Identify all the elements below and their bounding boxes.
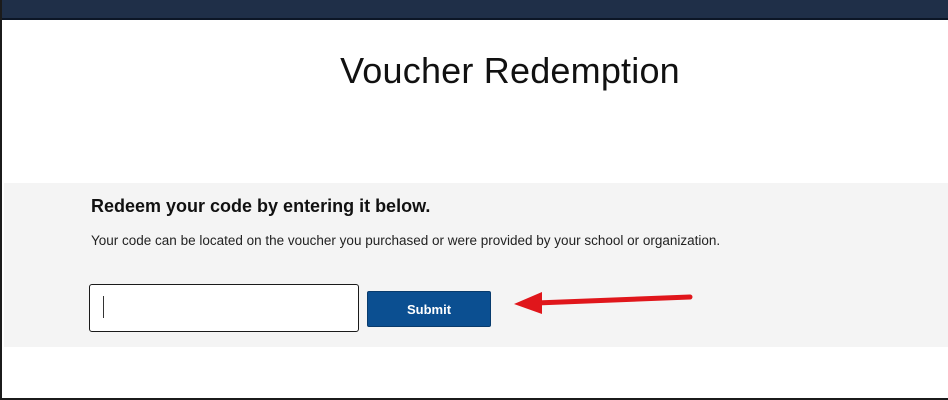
submit-button[interactable]: Submit <box>367 291 491 327</box>
redeem-code-panel: Redeem your code by entering it below. Y… <box>4 183 948 347</box>
arrow-shaft <box>533 294 693 306</box>
redeem-description: Your code can be located on the voucher … <box>91 233 721 248</box>
top-navigation-bar <box>2 0 948 20</box>
page-title: Voucher Redemption <box>340 50 680 91</box>
red-arrow-annotation <box>514 292 693 314</box>
page-frame: Voucher Redemption Redeem your code by e… <box>0 0 948 400</box>
redeem-heading: Redeem your code by entering it below. <box>91 196 431 216</box>
voucher-code-input[interactable] <box>89 284 359 332</box>
text-caret <box>103 296 104 318</box>
arrow-head-icon <box>514 292 542 314</box>
